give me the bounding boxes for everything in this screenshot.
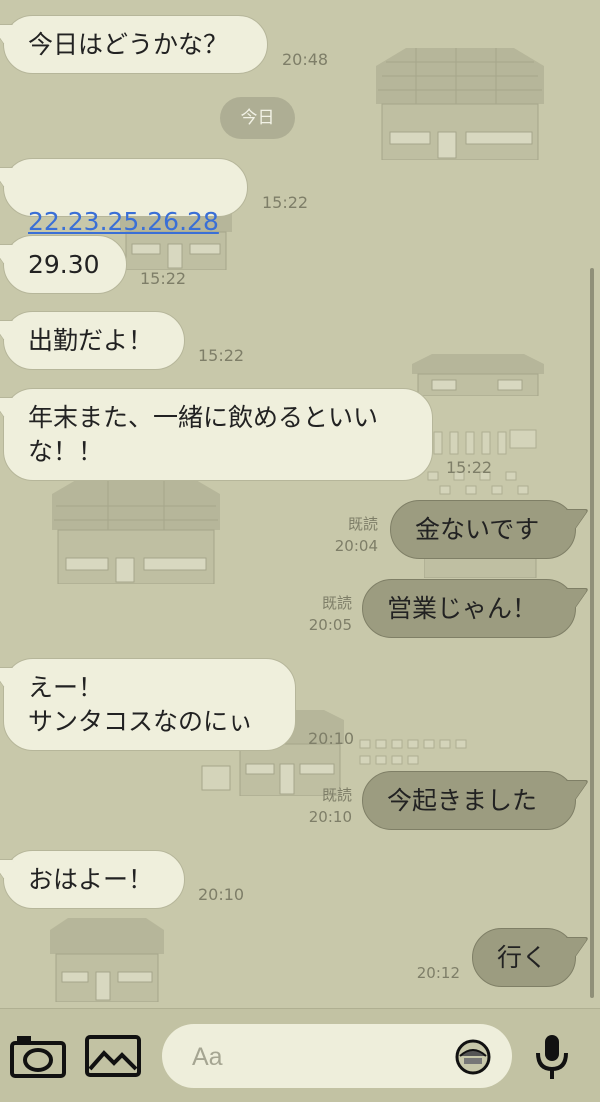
microphone-icon[interactable] bbox=[534, 1033, 570, 1081]
message-input-bar bbox=[0, 1008, 600, 1102]
sticker-icon[interactable] bbox=[454, 1038, 492, 1076]
message-time: 15:22 bbox=[198, 346, 245, 365]
message-input[interactable] bbox=[190, 1038, 444, 1076]
message-time: 15:22 bbox=[140, 269, 187, 288]
message-time: 20:10 bbox=[308, 808, 352, 826]
message-time: 20:04 bbox=[334, 537, 378, 555]
message-time: 20:12 bbox=[416, 964, 460, 982]
date-separator: 今日 bbox=[220, 97, 295, 139]
message-read-status: 既読 bbox=[321, 594, 352, 612]
message-bubble[interactable]: 行く bbox=[472, 928, 576, 987]
message-bubble[interactable]: 営業じゃん！ bbox=[362, 579, 576, 638]
chat-area[interactable]: 今日 今日はどうかな？ 20:48 22.23.25.26.28 15:22 2… bbox=[0, 0, 600, 1008]
camera-icon[interactable] bbox=[9, 1033, 67, 1079]
message-read-status: 既読 bbox=[347, 515, 378, 533]
message-time: 20:05 bbox=[308, 616, 352, 634]
message-bubble: 22.23.25.26.28 bbox=[3, 158, 248, 236]
message-time: 15:22 bbox=[262, 193, 309, 212]
message-bubble[interactable]: 金ないです bbox=[390, 500, 576, 559]
message-bubble[interactable]: 今日はどうかな？ bbox=[3, 15, 268, 74]
message-bubble[interactable]: おはよー！ bbox=[3, 850, 185, 909]
message-read-status: 既読 bbox=[321, 786, 352, 804]
message-bubble[interactable]: 年末また、一緒に飲めるといいな！！ bbox=[3, 388, 433, 481]
message-input-field bbox=[162, 1024, 512, 1088]
message-bubble[interactable]: えー！ サンタコスなのにぃ bbox=[3, 658, 296, 751]
message-bubble[interactable]: 出勤だよ！ bbox=[3, 311, 185, 370]
scrollbar[interactable] bbox=[590, 268, 594, 998]
message-time: 15:22 bbox=[446, 458, 493, 477]
message-link[interactable]: 22.23.25.26.28 bbox=[28, 207, 219, 236]
image-icon[interactable] bbox=[84, 1033, 142, 1079]
message-time: 20:48 bbox=[282, 50, 329, 69]
message-time: 20:10 bbox=[308, 729, 355, 748]
message-bubble[interactable]: 29.30 bbox=[3, 235, 127, 294]
message-time: 20:10 bbox=[198, 885, 245, 904]
message-bubble[interactable]: 今起きました bbox=[362, 771, 576, 830]
